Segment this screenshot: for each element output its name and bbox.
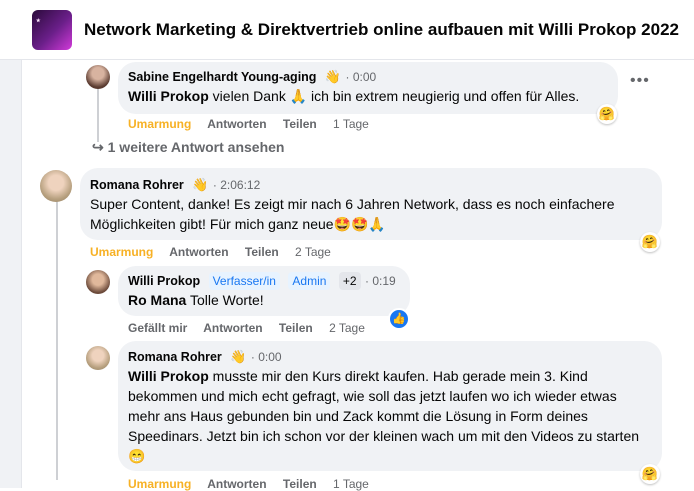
hug-reaction-icon[interactable]: 🤗 (640, 232, 660, 252)
thread-line (97, 88, 99, 142)
thread-line (56, 200, 58, 480)
comment-age[interactable]: 2 Tage (329, 321, 365, 335)
comment-actions: Gefällt mir Antworten Teilen 2 Tage (128, 321, 378, 335)
comment-actions: Umarmung Antworten Teilen 1 Tage (128, 477, 382, 491)
share-button[interactable]: Teilen (283, 117, 317, 131)
comment-text: Tolle Worte! (189, 292, 264, 308)
wave-icon: 👋 (230, 349, 247, 364)
comment-actions: Umarmung Antworten Teilen 1 Tage (128, 117, 382, 131)
like-button[interactable]: Gefällt mir (128, 321, 187, 335)
comment-time: 0:19 (372, 274, 396, 288)
comment-author[interactable]: Willi Prokop (128, 274, 200, 288)
more-badges[interactable]: +2 (338, 272, 361, 290)
avatar[interactable] (86, 65, 110, 89)
share-button[interactable]: Teilen (283, 477, 317, 491)
group-cover-thumbnail[interactable]: ★ (32, 10, 72, 50)
comment-author[interactable]: Romana Rohrer (90, 178, 184, 192)
view-more-replies[interactable]: ↪ 1 weitere Antwort ansehen (92, 139, 284, 156)
react-button[interactable]: Umarmung (90, 245, 153, 259)
thumb-logo-art: ★ (36, 18, 41, 24)
comment-author[interactable]: Romana Rohrer (128, 350, 222, 364)
reply-arrow-icon: ↪ (92, 139, 104, 155)
comment-time: 2:06:12 (220, 178, 261, 192)
comment-time: 0:00 (258, 350, 282, 364)
comment-age[interactable]: 1 Tage (333, 477, 369, 491)
admin-badge[interactable]: Admin (288, 272, 331, 290)
comment-age[interactable]: 2 Tage (295, 245, 331, 259)
group-title[interactable]: Network Marketing & Direktvertrieb onlin… (84, 20, 679, 40)
share-button[interactable]: Teilen (245, 245, 279, 259)
avatar[interactable] (40, 170, 72, 202)
react-button[interactable]: Umarmung (128, 117, 191, 131)
avatar[interactable] (86, 346, 110, 370)
group-header: ★ Network Marketing & Direktvertrieb onl… (0, 0, 694, 60)
comment-text: vielen Dank 🙏 ich bin extrem neugierig u… (212, 88, 580, 104)
react-button[interactable]: Umarmung (128, 477, 191, 491)
left-gutter (0, 60, 22, 488)
hug-reaction-icon[interactable]: 🤗 (597, 104, 617, 124)
like-icon[interactable]: 👍 (388, 308, 410, 330)
reply-button[interactable]: Antworten (203, 321, 262, 335)
mention[interactable]: Willi Prokop (128, 88, 209, 104)
more-options-icon[interactable]: ••• (630, 72, 650, 90)
comment-time: 0:00 (352, 70, 377, 84)
reply-button[interactable]: Antworten (169, 245, 228, 259)
mention[interactable]: Willi Prokop (128, 368, 209, 384)
comment-bubble: Romana Rohrer 👋 · 0:00 Willi Prokop muss… (118, 341, 662, 471)
comment-bubble: Sabine Engelhardt Young-aging 👋 · 0:00 W… (118, 62, 618, 114)
avatar[interactable] (86, 270, 110, 294)
comment-bubble: Willi Prokop Verfasser/in Admin +2 · 0:1… (118, 266, 410, 316)
comment-actions: Umarmung Antworten Teilen 2 Tage (90, 245, 344, 259)
reply-button[interactable]: Antworten (207, 117, 266, 131)
wave-icon: 👋 (192, 177, 209, 192)
wave-icon: 👋 (324, 69, 342, 84)
author-badge[interactable]: Verfasser/in (208, 272, 280, 290)
comment-text: Super Content, danke! Es zeigt mir nach … (90, 196, 615, 232)
hug-reaction-icon[interactable]: 🤗 (640, 464, 660, 484)
comment-age[interactable]: 1 Tage (333, 117, 369, 131)
mention[interactable]: Ro Mana (128, 292, 186, 308)
comment-bubble: Romana Rohrer 👋 · 2:06:12 Super Content,… (80, 168, 662, 240)
comment-author[interactable]: Sabine Engelhardt Young-aging (128, 70, 316, 84)
reply-button[interactable]: Antworten (207, 477, 266, 491)
share-button[interactable]: Teilen (279, 321, 313, 335)
